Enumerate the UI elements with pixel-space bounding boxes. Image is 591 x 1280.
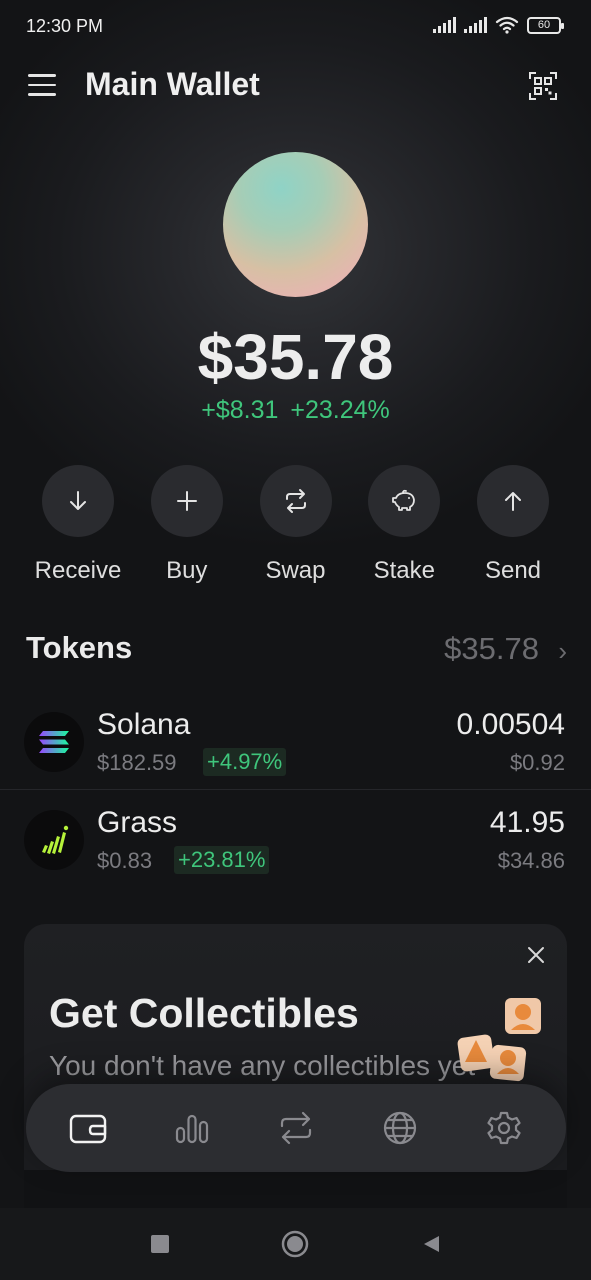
token-divider xyxy=(0,789,591,790)
receive-button-circle[interactable] xyxy=(42,465,114,537)
send-label: Send xyxy=(484,557,542,584)
recent-apps-button[interactable] xyxy=(146,1230,174,1258)
tokens-title: Tokens xyxy=(26,630,133,665)
wallet-avatar[interactable] xyxy=(223,152,368,297)
buy-label: Buy xyxy=(166,557,208,584)
back-triangle-icon xyxy=(424,1236,439,1252)
swap-icon xyxy=(285,489,306,513)
receive-button[interactable]: Receive xyxy=(24,465,132,585)
collectibles-illustration-icon xyxy=(457,998,541,1082)
collectibles-title: Get Collectibles xyxy=(49,990,359,1036)
swap-label: Swap xyxy=(265,557,326,584)
settings-icon xyxy=(487,1111,521,1145)
battery-icon: 60 xyxy=(527,16,564,34)
swap-icon xyxy=(280,1111,312,1145)
status-time: 12:30 PM xyxy=(26,16,104,36)
token-value: $34.86 xyxy=(497,848,565,873)
stake-button[interactable]: Stake xyxy=(350,465,458,585)
bottom-navigation xyxy=(26,1084,566,1172)
swap-button[interactable]: Swap xyxy=(242,465,350,585)
token-change: +23.81% xyxy=(174,846,270,874)
signal-icon xyxy=(464,17,487,33)
wallet-screen: 12:30 PM 60 Main Wallet $35.78 +$8.31 +2… xyxy=(0,0,591,1280)
close-icon[interactable] xyxy=(527,946,545,964)
token-price: $0.83 xyxy=(97,848,153,873)
token-name: Grass xyxy=(97,806,178,839)
balance-change-amount: +$8.31 xyxy=(201,396,279,424)
status-icons: 60 xyxy=(433,16,564,34)
token-amount: 0.00504 xyxy=(456,708,565,741)
square-icon xyxy=(151,1235,169,1253)
buy-button-circle[interactable] xyxy=(150,465,223,537)
stake-button-circle[interactable] xyxy=(368,465,441,537)
arrow-down-icon xyxy=(70,491,86,510)
receive-label: Receive xyxy=(34,557,122,584)
token-amount: 41.95 xyxy=(489,806,565,839)
action-buttons: Receive Buy Swap Stake Send xyxy=(24,465,567,585)
wallet-icon xyxy=(69,1114,107,1144)
menu-icon[interactable] xyxy=(28,74,56,96)
globe-icon xyxy=(383,1111,417,1145)
collectibles-subtitle: You don't have any collectibles yet xyxy=(49,1050,476,1081)
system-navigation-bar xyxy=(0,1208,591,1280)
chevron-right-icon[interactable]: › xyxy=(558,636,567,667)
qr-scan-icon[interactable] xyxy=(529,72,557,100)
status-bar: 12:30 PM 60 xyxy=(0,0,591,54)
nav-swap[interactable] xyxy=(268,1100,324,1156)
swap-button-circle[interactable] xyxy=(259,465,332,537)
token-name: Solana xyxy=(97,708,191,741)
grass-logo-icon xyxy=(24,810,84,870)
wifi-icon xyxy=(495,16,519,34)
nav-wallet[interactable] xyxy=(60,1100,116,1156)
signal-icon xyxy=(433,17,456,33)
back-button[interactable] xyxy=(417,1230,445,1258)
buy-button[interactable]: Buy xyxy=(133,465,241,585)
card-shade xyxy=(24,1170,567,1210)
balance-change-percent: +23.24% xyxy=(290,396,390,424)
piggy-bank-icon xyxy=(392,489,416,511)
balance-change: +$8.31 +23.24% xyxy=(0,396,591,425)
tokens-total[interactable]: $35.78 xyxy=(444,631,539,667)
nav-settings[interactable] xyxy=(476,1100,532,1156)
nav-explore[interactable] xyxy=(372,1100,428,1156)
home-circle-icon xyxy=(281,1230,309,1258)
chart-icon xyxy=(175,1114,209,1144)
token-row-grass[interactable]: Grass $0.83 +23.81% 41.95 $34.86 xyxy=(0,796,591,892)
wallet-title[interactable]: Main Wallet xyxy=(85,66,260,103)
plus-icon xyxy=(176,491,197,511)
home-button[interactable] xyxy=(281,1230,309,1258)
nav-chart[interactable] xyxy=(164,1100,220,1156)
token-price: $182.59 xyxy=(97,750,177,775)
arrow-up-icon xyxy=(505,492,521,511)
total-balance: $35.78 xyxy=(197,321,394,393)
send-button[interactable]: Send xyxy=(459,465,567,585)
stake-label: Stake xyxy=(373,557,435,584)
send-button-circle[interactable] xyxy=(477,465,549,537)
solana-logo-icon xyxy=(24,712,84,772)
token-row-solana[interactable]: Solana $182.59 +4.97% 0.00504 $0.92 xyxy=(0,698,591,794)
token-change: +4.97% xyxy=(203,748,287,776)
token-value: $0.92 xyxy=(509,750,565,775)
